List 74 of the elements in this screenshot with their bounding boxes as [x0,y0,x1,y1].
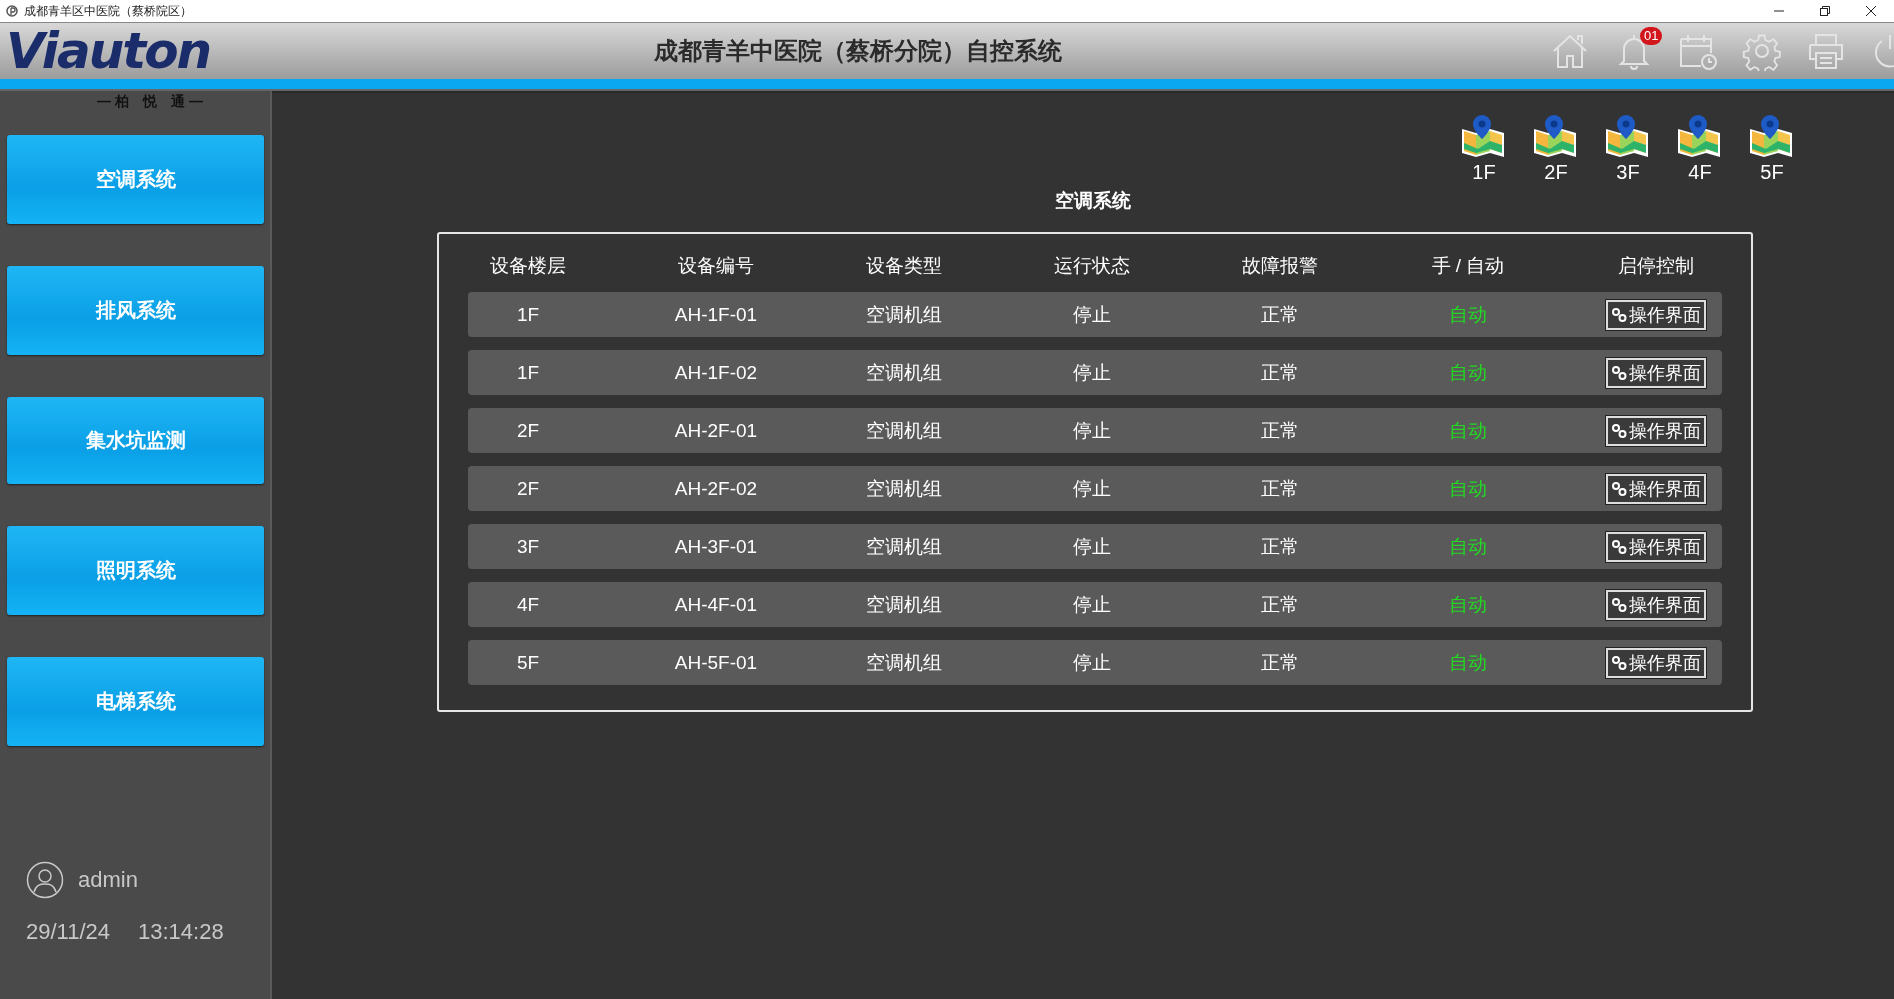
table-cell-text: 停止 [1072,418,1112,443]
table-cell-text: 4F [515,593,541,616]
table-cell-text: 停止 [1072,302,1112,327]
table-cell-text: 停止 [1072,360,1112,385]
table-cell-text: 自动 [1448,592,1488,617]
column-header: 故障报警 [1241,254,1319,278]
table-cell-text: AH-2F-02 [673,477,759,500]
operate-button[interactable]: 操作界面 [1606,473,1706,504]
table-cell-text: 自动 [1448,650,1488,675]
restore-icon[interactable] [1820,6,1830,16]
table-cell-text: AH-1F-02 [673,361,759,384]
column-header: 设备类型 [865,254,943,278]
table-cell-text: 空调机组 [865,302,943,327]
logo-subtitle: — 柏 悦 通 — [96,92,204,111]
table-cell-text: 空调机组 [865,360,943,385]
table-cell-text: 1F [515,303,541,326]
table-cell-text: 正常 [1260,418,1300,443]
table-cell-text: 正常 [1260,360,1300,385]
table-cell-text: 2F [515,419,541,442]
table-cell-text: 正常 [1260,302,1300,327]
table-cell-text: AH-5F-01 [673,651,759,674]
column-header: 手 / 自动 [1430,254,1506,278]
column-header: 启停控制 [1617,254,1695,278]
user-name: admin [78,867,138,893]
table-cell-text: 空调机组 [865,650,943,675]
column-header: 设备编号 [677,254,755,278]
table-cell-text: 自动 [1448,360,1488,385]
floor-map-button[interactable]: 1F [1458,113,1510,184]
table-cell-text: 停止 [1072,534,1112,559]
panel-title: 空调系统 [1054,189,1132,213]
table-cell-text: 2F [515,477,541,500]
table-cell-text: 停止 [1072,650,1112,675]
window-title: 成都青羊区中医院（蔡桥院区） [24,2,192,20]
table-cell-text: 停止 [1072,476,1112,501]
printer-icon[interactable] [1806,31,1846,71]
notification-badge: 01 [1640,27,1663,45]
table-cell-text: AH-1F-01 [673,303,759,326]
operate-button[interactable]: 操作界面 [1606,647,1706,678]
table-cell-text: 正常 [1260,650,1300,675]
user-icon [26,861,64,899]
floor-map-button[interactable]: 3F [1602,113,1654,184]
table-cell-text: 空调机组 [865,476,943,501]
table-cell-text: 正常 [1260,592,1300,617]
table-cell-text: AH-3F-01 [673,535,759,558]
app-icon [6,5,18,17]
table-cell-text: AH-2F-01 [673,419,759,442]
logo: Viauton [6,24,212,78]
operate-button[interactable]: 操作界面 [1606,589,1706,620]
table-cell-text: 正常 [1260,534,1300,559]
table-cell-text: 自动 [1448,476,1488,501]
table-cell-text: 3F [515,535,541,558]
operate-button[interactable]: 操作界面 [1606,299,1706,330]
floor-map-button[interactable]: 5F [1746,113,1798,184]
table-cell-text: 自动 [1448,534,1488,559]
floor-map-button[interactable]: 4F [1674,113,1726,184]
table-cell-text: 停止 [1072,592,1112,617]
date-text: 29/11/24 [26,919,110,945]
close-icon[interactable] [1866,6,1876,16]
table-cell-text: 自动 [1448,418,1488,443]
table-cell-text: 空调机组 [865,592,943,617]
column-header: 运行状态 [1053,254,1131,278]
operate-button[interactable]: 操作界面 [1606,415,1706,446]
table-cell-text: 空调机组 [865,418,943,443]
table-cell-text: 空调机组 [865,534,943,559]
time-text: 13:14:28 [138,919,224,945]
table-cell-text: 1F [515,361,541,384]
floor-map-button[interactable]: 2F [1530,113,1582,184]
table-cell-text: 自动 [1448,302,1488,327]
table-cell-text: 5F [515,651,541,674]
operate-button[interactable]: 操作界面 [1606,531,1706,562]
column-header: 设备楼层 [489,254,567,278]
table-cell-text: 正常 [1260,476,1300,501]
operate-button[interactable]: 操作界面 [1606,357,1706,388]
table-cell-text: AH-4F-01 [673,593,759,616]
